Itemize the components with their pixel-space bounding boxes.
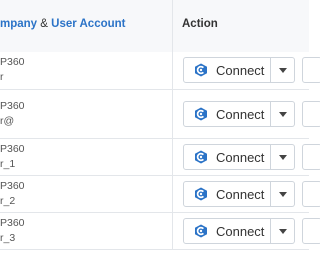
- column-divider: [172, 0, 173, 52]
- action-header: Action: [182, 18, 218, 30]
- table-row: P360 r@ Connect: [0, 90, 320, 139]
- more-actions-button[interactable]: [302, 57, 320, 83]
- user-account: r_2: [0, 195, 16, 207]
- table-row: P360 r_1 Connect: [0, 139, 320, 176]
- table-row: P360 r_2 Connect: [0, 176, 320, 213]
- table-header: mpany & User Account Action: [0, 0, 309, 53]
- connect-button[interactable]: Connect: [183, 57, 271, 83]
- connect-button[interactable]: Connect: [183, 144, 271, 170]
- connect-button-label: Connect: [216, 62, 265, 78]
- connect-button-label: Connect: [216, 106, 265, 122]
- connect-button[interactable]: Connect: [183, 101, 271, 127]
- user-account: r@: [0, 115, 15, 127]
- company-name: P360: [0, 100, 25, 112]
- company-name: P360: [0, 143, 25, 155]
- cell-divider: [172, 139, 173, 175]
- connect-button-group: Connect: [183, 57, 295, 83]
- connect-button-label: Connect: [216, 149, 265, 165]
- connect-button-group: Connect: [183, 218, 295, 244]
- more-actions-button[interactable]: [302, 181, 320, 207]
- connect-dropdown-button[interactable]: [271, 218, 295, 244]
- chevron-down-icon: [278, 154, 287, 160]
- more-actions-button[interactable]: [302, 101, 320, 127]
- more-actions-button[interactable]: [302, 144, 320, 170]
- connect-icon: [195, 187, 207, 201]
- header-ampersand: &: [40, 18, 48, 30]
- connect-button-group: Connect: [183, 101, 295, 127]
- connect-button-group: Connect: [183, 144, 295, 170]
- connect-dropdown-button[interactable]: [271, 57, 295, 83]
- chevron-down-icon: [278, 111, 287, 117]
- chevron-down-icon: [278, 191, 287, 197]
- company-name: P360: [0, 56, 25, 68]
- table-row: P360 r_3 Connect: [0, 213, 320, 250]
- more-actions-button[interactable]: [302, 218, 320, 244]
- company-sort-link[interactable]: mpany: [0, 18, 37, 30]
- connect-icon: [195, 150, 207, 164]
- connect-button-group: Connect: [183, 181, 295, 207]
- user-account-sort-link[interactable]: User Account: [51, 18, 125, 30]
- connect-dropdown-button[interactable]: [271, 181, 295, 207]
- user-account: r_1: [0, 158, 16, 170]
- connect-icon: [195, 107, 207, 121]
- cell-divider: [172, 52, 173, 89]
- connect-button[interactable]: Connect: [183, 181, 271, 207]
- company-name: P360: [0, 180, 25, 192]
- cell-divider: [172, 176, 173, 212]
- chevron-down-icon: [278, 228, 287, 234]
- connect-icon: [195, 224, 207, 238]
- connect-button[interactable]: Connect: [183, 218, 271, 244]
- connect-icon: [195, 63, 207, 77]
- cell-divider: [172, 90, 173, 138]
- accounts-table: mpany & User Account Action P360 r Conne…: [0, 0, 320, 265]
- connect-button-label: Connect: [216, 186, 265, 202]
- user-account: r: [0, 71, 4, 83]
- cell-divider: [172, 213, 173, 249]
- chevron-down-icon: [278, 67, 287, 73]
- connect-button-label: Connect: [216, 223, 265, 239]
- table-row: P360 r Connect: [0, 52, 320, 90]
- company-user-account-header: mpany & User Account: [0, 18, 126, 30]
- user-account: r_3: [0, 232, 16, 244]
- connect-dropdown-button[interactable]: [271, 101, 295, 127]
- connect-dropdown-button[interactable]: [271, 144, 295, 170]
- company-name: P360: [0, 217, 25, 229]
